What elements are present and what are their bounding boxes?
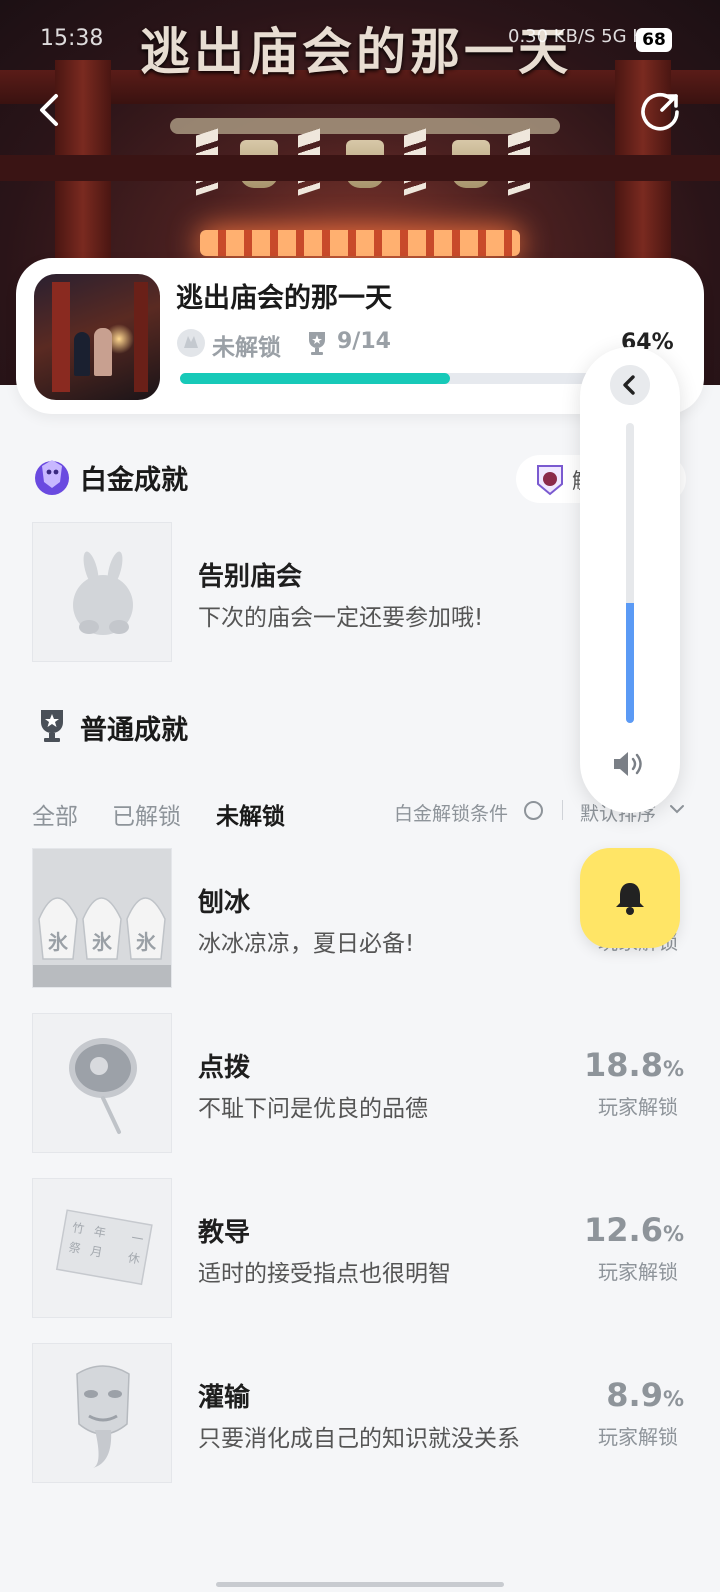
achievement-progress: 9/14: [337, 329, 391, 354]
achievement-desc: 适时的接受指点也很明智: [198, 1261, 451, 1287]
achievement-page: 逃出庙会的那一天 15:38 0.30 KB/S 5G HD 68 逃出庙会的那…: [0, 0, 720, 1592]
share-icon[interactable]: [640, 90, 682, 132]
shimenawa-rope: [170, 118, 560, 134]
game-cover-image: [34, 274, 160, 400]
shaved-ice-icon: 氷氷氷: [33, 849, 171, 987]
unlock-rate-value: 18.8: [584, 1046, 663, 1084]
achievement-name: 灌输: [198, 1383, 251, 1413]
speaker-icon[interactable]: [612, 749, 648, 779]
rabbit-icon: [73, 551, 133, 635]
trophy-icon: [309, 332, 325, 355]
platinum-achievement-image: [32, 522, 172, 662]
platinum-locked-icon: [177, 329, 205, 357]
collapse-chevron-icon[interactable]: [610, 365, 650, 405]
svg-text:氷: 氷: [136, 930, 157, 954]
unlock-rate-unit: %: [662, 1387, 684, 1411]
achievement-image-note: 竹祭年月 一休: [32, 1178, 172, 1318]
svg-text:祭: 祭: [68, 1240, 82, 1256]
unlock-rate-value: 8.9: [606, 1376, 663, 1414]
platinum-section-title: 白金成就: [80, 465, 188, 496]
lock-status-label: 未解锁: [212, 335, 281, 361]
volume-panel: [580, 347, 680, 813]
noh-mask-icon: [76, 1365, 130, 1468]
progress-bar: [180, 373, 600, 384]
bell-icon: [616, 883, 644, 915]
normal-section-title: 普通成就: [80, 715, 188, 746]
unlock-rate-label: 玩家解锁: [598, 1095, 678, 1119]
achievement-desc: 不耻下问是优良的品德: [198, 1096, 428, 1122]
tab-all[interactable]: 全部: [32, 797, 78, 831]
notification-bell-button[interactable]: [580, 848, 680, 948]
uchiwa-fan-icon: [69, 1038, 137, 1134]
unlock-rate-label: 玩家解锁: [598, 1260, 678, 1284]
unlock-rate: 18.8%: [584, 1046, 684, 1084]
svg-text:月: 月: [89, 1244, 103, 1260]
volume-slider-fill: [626, 603, 634, 723]
battery-icon: 68: [636, 28, 672, 52]
svg-text:竹: 竹: [71, 1220, 85, 1236]
achievement-image-shaved-ice: 氷氷氷: [32, 848, 172, 988]
normal-trophy-icon: [41, 710, 63, 742]
unlock-rate-value: 12.6: [584, 1211, 663, 1249]
achievement-name: 刨冰: [198, 888, 251, 918]
platinum-trophy-icon: [35, 460, 69, 495]
platinum-achievement-desc: 下次的庙会一定还要参加哦!: [198, 605, 484, 631]
tab-unlocked[interactable]: 已解锁: [112, 797, 181, 831]
achievement-image-mask: [32, 1343, 172, 1483]
badge-icon: [537, 465, 563, 496]
progress-bar-fill: [180, 373, 451, 384]
back-arrow-icon[interactable]: [30, 90, 70, 130]
achievement-desc: 冰冰凉凉，夏日必备!: [198, 931, 415, 957]
status-bar: 15:38 0.30 KB/S 5G HD 68: [0, 22, 720, 62]
unlock-rate-label: 玩家解锁: [598, 1425, 678, 1449]
unlock-rate-unit: %: [662, 1057, 684, 1081]
svg-text:氷: 氷: [48, 930, 69, 954]
achievement-image-fan: [32, 1013, 172, 1153]
divider: [562, 800, 563, 820]
condition-radio[interactable]: [524, 801, 543, 820]
platinum-condition-label[interactable]: 白金解锁条件: [394, 799, 508, 826]
status-time: 15:38: [40, 26, 104, 51]
achievement-name: 教导: [198, 1218, 251, 1248]
unlock-rate-unit: %: [662, 1222, 684, 1246]
unlock-rate: 8.9%: [606, 1376, 684, 1414]
svg-text:氷: 氷: [92, 930, 113, 954]
volume-slider[interactable]: [626, 423, 634, 723]
paper-note-icon: 竹祭年月 一休: [55, 1209, 153, 1286]
lantern-row: [200, 230, 520, 256]
torii-lower-beam: [0, 155, 720, 181]
svg-text:休: 休: [127, 1251, 141, 1267]
home-indicator[interactable]: [216, 1582, 504, 1587]
tab-locked[interactable]: 未解锁: [216, 797, 285, 831]
svg-text:年: 年: [93, 1224, 107, 1240]
chevron-down-icon[interactable]: [668, 800, 686, 818]
game-title: 逃出庙会的那一天: [176, 283, 392, 314]
svg-text:一: 一: [130, 1231, 144, 1247]
achievement-name: 点拨: [198, 1053, 251, 1083]
unlock-rate: 12.6%: [584, 1211, 684, 1249]
platinum-achievement-name: 告别庙会: [198, 562, 303, 592]
achievement-desc: 只要消化成自己的知识就没关系: [198, 1426, 520, 1452]
